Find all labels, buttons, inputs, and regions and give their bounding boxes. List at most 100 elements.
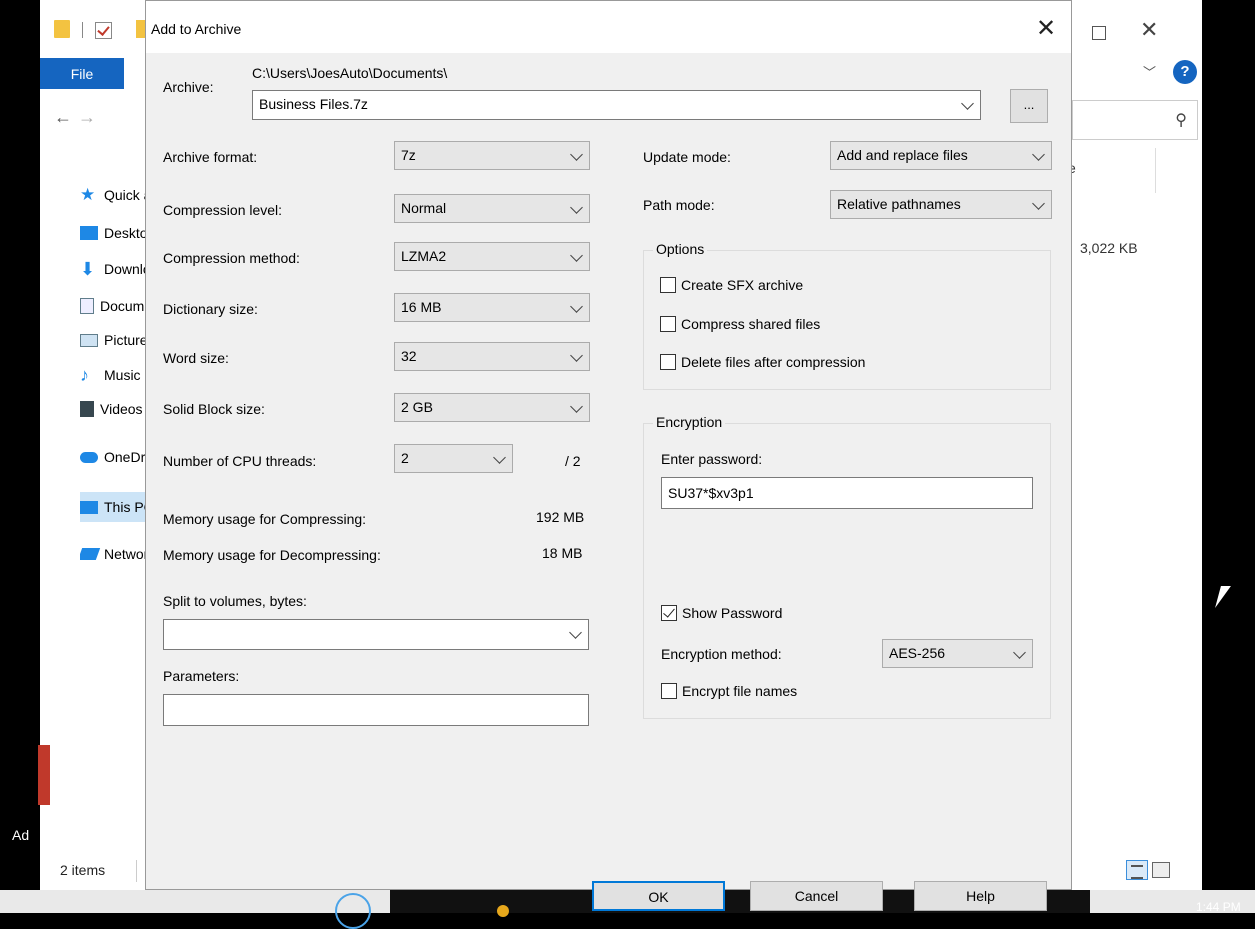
compression-method-select[interactable]: LZMA2 [394, 242, 590, 271]
chevron-down-icon [570, 249, 583, 262]
memory-decompress-label: Memory usage for Decompressing: [163, 547, 381, 563]
path-mode-value: Relative pathnames [837, 196, 961, 212]
archive-label: Archive: [163, 79, 214, 95]
checkbox-box [660, 354, 676, 370]
status-separator [136, 860, 137, 882]
split-volumes-combo[interactable] [163, 619, 589, 650]
taskbar-app-icon[interactable] [497, 905, 509, 917]
folder-icon[interactable] [54, 20, 70, 38]
checkbox-box [661, 605, 677, 621]
music-icon: ♪ [80, 365, 89, 385]
cloud-icon [80, 451, 98, 463]
chevron-down-icon [1013, 646, 1026, 659]
maximize-icon[interactable] [1092, 26, 1106, 40]
archive-name-combo[interactable]: Business Files.7z [252, 90, 981, 120]
download-icon: ⬇ [80, 259, 96, 279]
password-input[interactable]: SU37*$xv3p1 [661, 477, 1033, 509]
solid-block-size-label: Solid Block size: [163, 401, 265, 417]
chevron-down-icon [570, 300, 583, 313]
split-volumes-label: Split to volumes, bytes: [163, 593, 307, 609]
compression-level-label: Compression level: [163, 202, 283, 218]
cpu-threads-max: / 2 [565, 453, 581, 469]
forward-arrow-icon[interactable]: → [78, 107, 96, 128]
path-mode-label: Path mode: [643, 197, 715, 213]
checkbox-label: Encrypt file names [682, 683, 798, 699]
encrypt-file-names-checkbox[interactable]: Encrypt file names [661, 683, 797, 699]
chevron-down-icon [570, 349, 583, 362]
compression-level-select[interactable]: Normal [394, 194, 590, 223]
compression-level-value: Normal [401, 200, 447, 216]
archive-format-value: 7z [401, 147, 416, 163]
pictures-icon [80, 333, 98, 347]
checkbox-box [660, 316, 676, 332]
chevron-down-icon [493, 451, 506, 464]
help-icon[interactable]: ? [1173, 60, 1197, 84]
dialog-titlebar [146, 1, 1071, 53]
checkbox-label: Show Password [682, 605, 783, 621]
cpu-threads-select[interactable]: 2 [394, 444, 513, 473]
checkbox-label: Compress shared files [681, 316, 821, 332]
details-view-icon[interactable] [1126, 860, 1148, 880]
parameters-input[interactable] [163, 694, 589, 726]
chevron-down-icon [570, 201, 583, 214]
search-icon: ⚲ [1175, 112, 1187, 129]
tiles-view-icon[interactable] [1152, 862, 1170, 878]
back-arrow-icon[interactable]: ← [54, 107, 72, 128]
add-to-archive-dialog: Add to Archive ✕ Archive: C:\Users\JoesA… [145, 0, 1072, 911]
create-sfx-checkbox[interactable]: Create SFX archive [660, 277, 803, 293]
solid-block-size-select[interactable]: 2 GB [394, 393, 590, 422]
cpu-threads-label: Number of CPU threads: [163, 453, 317, 469]
document-icon [80, 298, 94, 314]
cancel-button[interactable]: Cancel [750, 881, 883, 911]
properties-check-icon[interactable] [95, 22, 112, 39]
checkbox-label: Delete files after compression [681, 354, 866, 370]
chevron-down-icon [570, 400, 583, 413]
dictionary-size-label: Dictionary size: [163, 301, 258, 317]
delete-after-checkbox[interactable]: Delete files after compression [660, 354, 865, 370]
file-tab[interactable]: File [40, 58, 124, 89]
archive-path: C:\Users\JoesAuto\Documents\ [252, 65, 448, 81]
update-mode-label: Update mode: [643, 149, 731, 165]
chevron-down-icon [1032, 148, 1045, 161]
update-mode-select[interactable]: Add and replace files [830, 141, 1052, 170]
search-input[interactable]: ⚲ [1072, 100, 1198, 140]
nav-label: Videos [100, 401, 143, 417]
enter-password-label: Enter password: [661, 451, 763, 467]
checkbox-box [661, 683, 677, 699]
archive-format-label: Archive format: [163, 149, 258, 165]
word-size-select[interactable]: 32 [394, 342, 590, 371]
cortana-icon[interactable] [335, 893, 371, 929]
show-password-checkbox[interactable]: Show Password [661, 605, 782, 621]
solid-block-size-value: 2 GB [401, 399, 433, 415]
archive-name-value: Business Files.7z [259, 96, 368, 112]
compress-shared-checkbox[interactable]: Compress shared files [660, 316, 820, 332]
column-separator [1155, 148, 1156, 193]
taskbar-clock: 1:44 PM [1196, 900, 1241, 914]
dialog-close-icon[interactable]: ✕ [1036, 14, 1056, 43]
parameters-label: Parameters: [163, 668, 240, 684]
mouse-cursor-icon [1215, 586, 1231, 608]
chevron-down-icon [961, 97, 974, 110]
memory-compress-label: Memory usage for Compressing: [163, 511, 367, 527]
dictionary-size-select[interactable]: 16 MB [394, 293, 590, 322]
star-icon: ★ [80, 185, 96, 204]
ok-button[interactable]: OK [592, 881, 725, 911]
options-legend: Options [653, 241, 708, 257]
archive-format-select[interactable]: 7z [394, 141, 590, 170]
cpu-threads-value: 2 [401, 450, 409, 466]
path-mode-select[interactable]: Relative pathnames [830, 190, 1052, 219]
chevron-down-icon [1032, 197, 1045, 210]
encryption-method-label: Encryption method: [661, 646, 782, 662]
desktop-shortcut-icon[interactable] [38, 745, 50, 805]
chevron-down-icon[interactable]: ﹀ [1143, 62, 1156, 81]
browse-button[interactable]: ... [1010, 89, 1048, 123]
encryption-method-select[interactable]: AES-256 [882, 639, 1033, 668]
explorer-close-icon[interactable]: ✕ [1140, 17, 1158, 43]
desktop-shortcut-label: Ad [12, 827, 30, 843]
video-icon [80, 401, 94, 417]
word-size-label: Word size: [163, 350, 229, 366]
encryption-method-value: AES-256 [889, 645, 946, 661]
update-mode-value: Add and replace files [837, 147, 968, 163]
compression-method-label: Compression method: [163, 250, 300, 266]
help-button[interactable]: Help [914, 881, 1047, 911]
